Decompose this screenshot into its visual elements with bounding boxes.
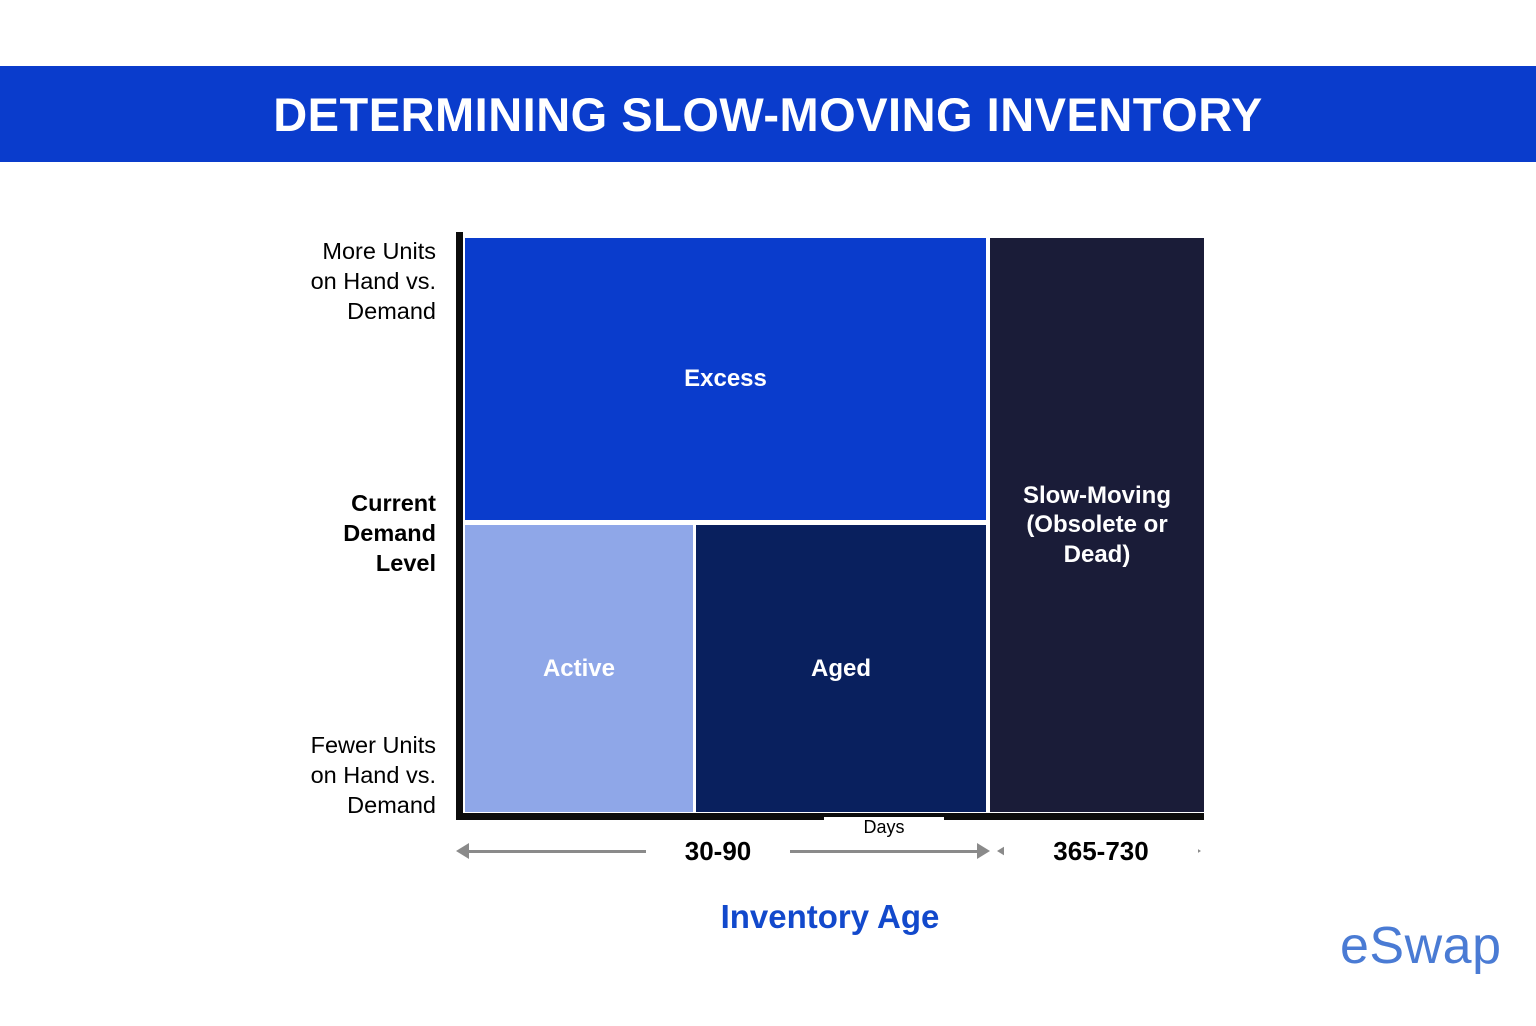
chart-cell-aged: Aged [696,525,986,812]
y-tick-mid-line2: Demand [343,520,436,547]
title-banner: DETERMINING SLOW-MOVING INVENTORY [0,66,1536,162]
y-axis-tick-label-bottom: Fewer Units on Hand vs. Demand [236,730,436,820]
chart-cell-excess-label: Excess [684,365,767,393]
y-tick-bot-line1: Fewer Units [310,732,436,758]
x-axis-unit-label: Days [824,817,944,838]
x-axis-scale-label-30-90: 30-90 [646,836,790,867]
y-tick-mid-line3: Level [375,550,436,577]
y-tick-bot-line2: on Hand vs. [310,762,436,789]
y-tick-mid-line1: Current [351,490,436,516]
infographic-page: DETERMINING SLOW-MOVING INVENTORY Demand… [0,0,1536,1026]
chart-cell-excess: Excess [465,238,986,520]
y-tick-bot-line3: Demand [347,792,436,819]
chart-cell-slow-moving: Slow-Moving (Obsolete or Dead) [990,238,1204,812]
chart-cell-slow-label-line3: Dead) [1063,540,1131,568]
y-tick-top-line2: on Hand vs. [310,268,436,295]
page-title: DETERMINING SLOW-MOVING INVENTORY [273,87,1263,141]
eswap-logo: eSwap [1340,917,1502,975]
chart-cell-slow-label-line2: (Obsolete or [1026,511,1168,539]
y-tick-top-line3: Demand [347,298,436,325]
chart-cell-slow-label-line1: Slow-Moving [1023,482,1171,510]
chart-cell-active-label: Active [542,654,616,682]
x-axis-title: Inventory Age [720,898,940,935]
y-axis-tick-label-top: More Units on Hand vs. Demand [236,236,436,326]
y-axis-tick-label-middle: Current Demand Level [236,488,436,578]
chart-cell-aged-label: Aged [811,654,871,682]
y-tick-top-line1: More Units [322,238,436,264]
y-axis-line [456,232,463,820]
chart-plot-area: Excess Active Aged Slow-Moving (Obsolete… [456,232,1204,820]
scale-arrow-head-mid-right [977,843,990,859]
x-axis-scale-row: 30-90 365-730 Days [456,817,1204,876]
chart-cell-active: Active [465,525,693,812]
x-axis-scale-label-365-730: 365-730 [1004,836,1198,867]
